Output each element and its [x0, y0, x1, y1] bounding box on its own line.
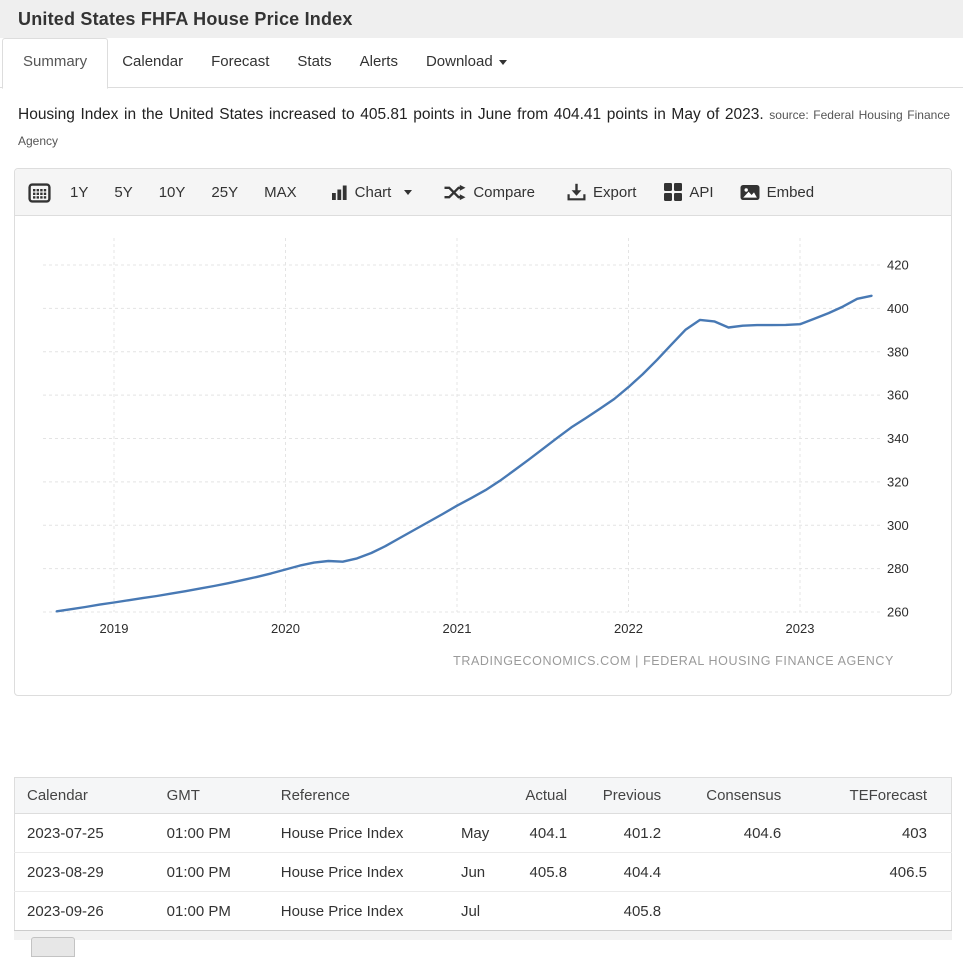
- embed-button[interactable]: Embed: [740, 184, 815, 201]
- chart-type-dropdown[interactable]: Chart: [332, 184, 413, 201]
- range-button-5y[interactable]: 5Y: [114, 184, 132, 201]
- cell-consensus: 404.6: [673, 814, 793, 853]
- tab-alerts[interactable]: Alerts: [346, 38, 412, 88]
- cell-previous: 401.2: [579, 814, 673, 853]
- chart-line: [57, 296, 872, 612]
- api-button[interactable]: API: [664, 183, 713, 201]
- summary-sentence: Housing Index in the United States incre…: [18, 106, 764, 123]
- svg-text:400: 400: [887, 301, 909, 316]
- svg-text:360: 360: [887, 388, 909, 403]
- tab-label: Forecast: [211, 53, 269, 70]
- cell-actual: 405.8: [499, 853, 579, 892]
- col-reference[interactable]: Reference: [269, 778, 449, 814]
- tab-download[interactable]: Download: [412, 38, 521, 88]
- compare-label: Compare: [473, 184, 535, 201]
- cell-period: Jul: [449, 892, 499, 931]
- cell-reference: House Price Index: [269, 853, 449, 892]
- export-label: Export: [593, 184, 636, 201]
- download-icon: [567, 183, 586, 201]
- chart-panel: 1Y 5Y 10Y 25Y MAX Chart Compare Exp: [14, 168, 952, 696]
- cell-calendar: 2023-07-25: [15, 814, 155, 853]
- svg-text:260: 260: [887, 605, 909, 620]
- table-row[interactable]: 2023-08-29 01:00 PM House Price Index Ju…: [15, 853, 952, 892]
- tab-label: Download: [426, 53, 493, 70]
- tab-label: Alerts: [360, 53, 398, 70]
- shuffle-icon: [444, 184, 466, 201]
- cell-gmt: 01:00 PM: [155, 892, 269, 931]
- cell-actual: 404.1: [499, 814, 579, 853]
- tab-label: Stats: [297, 53, 331, 70]
- api-label: API: [689, 184, 713, 201]
- svg-text:2021: 2021: [443, 621, 472, 636]
- cell-gmt: 01:00 PM: [155, 853, 269, 892]
- collapsed-button[interactable]: [31, 937, 75, 957]
- datepicker-button[interactable]: [28, 182, 51, 203]
- table-header: Calendar GMT Reference Actual Previous C…: [15, 778, 952, 814]
- svg-text:340: 340: [887, 431, 909, 446]
- chart-toolbar: 1Y 5Y 10Y 25Y MAX Chart Compare Exp: [15, 169, 951, 216]
- svg-text:320: 320: [887, 474, 909, 489]
- cell-teforecast: 403: [793, 814, 951, 853]
- cell-calendar: 2023-09-26: [15, 892, 155, 931]
- col-period: [449, 778, 499, 814]
- cell-period: Jun: [449, 853, 499, 892]
- export-button[interactable]: Export: [567, 183, 636, 201]
- col-gmt[interactable]: GMT: [155, 778, 269, 814]
- compare-button[interactable]: Compare: [444, 184, 535, 201]
- embed-label: Embed: [767, 184, 815, 201]
- price-chart[interactable]: 420 400 380 360 340 320 300 280 260 2019 2020 2021 2…: [15, 216, 951, 695]
- cell-actual: [499, 892, 579, 931]
- calendar-icon: [28, 182, 51, 203]
- cell-reference: House Price Index: [269, 814, 449, 853]
- cell-previous: 405.8: [579, 892, 673, 931]
- range-button-10y[interactable]: 10Y: [159, 184, 186, 201]
- chart-watermark: TRADINGECONOMICS.COM | FEDERAL HOUSING F…: [453, 654, 894, 668]
- range-button-25y[interactable]: 25Y: [211, 184, 238, 201]
- tab-forecast[interactable]: Forecast: [197, 38, 283, 88]
- tab-label: Summary: [23, 53, 87, 70]
- col-consensus[interactable]: Consensus: [673, 778, 793, 814]
- range-button-1y[interactable]: 1Y: [70, 184, 88, 201]
- table-row[interactable]: 2023-07-25 01:00 PM House Price Index Ma…: [15, 814, 952, 853]
- svg-text:2023: 2023: [786, 621, 815, 636]
- cell-consensus: [673, 892, 793, 931]
- image-icon: [740, 184, 760, 201]
- svg-text:2019: 2019: [100, 621, 129, 636]
- bar-chart-icon: [332, 185, 348, 200]
- grid-icon: [664, 183, 682, 201]
- svg-text:380: 380: [887, 344, 909, 359]
- cell-calendar: 2023-08-29: [15, 853, 155, 892]
- tab-stats[interactable]: Stats: [283, 38, 345, 88]
- svg-text:2020: 2020: [271, 621, 300, 636]
- tab-label: Calendar: [122, 53, 183, 70]
- chevron-down-icon: [499, 60, 507, 65]
- cell-previous: 404.4: [579, 853, 673, 892]
- col-calendar[interactable]: Calendar: [15, 778, 155, 814]
- svg-text:280: 280: [887, 561, 909, 576]
- svg-text:420: 420: [887, 258, 909, 273]
- svg-text:300: 300: [887, 518, 909, 533]
- page-title: United States FHFA House Price Index: [18, 9, 353, 30]
- col-previous[interactable]: Previous: [579, 778, 673, 814]
- tab-calendar[interactable]: Calendar: [108, 38, 197, 88]
- col-teforecast[interactable]: TEForecast: [793, 778, 951, 814]
- chart-dropdown-label: Chart: [355, 184, 392, 201]
- releases-table: Calendar GMT Reference Actual Previous C…: [14, 777, 952, 931]
- cell-teforecast: [793, 892, 951, 931]
- cell-gmt: 01:00 PM: [155, 814, 269, 853]
- cell-teforecast: 406.5: [793, 853, 951, 892]
- next-section-strip: [14, 930, 952, 940]
- chevron-down-icon: [404, 190, 412, 195]
- svg-text:2022: 2022: [614, 621, 643, 636]
- table-row[interactable]: 2023-09-26 01:00 PM House Price Index Ju…: [15, 892, 952, 931]
- range-button-max[interactable]: MAX: [264, 184, 297, 201]
- page-header: United States FHFA House Price Index: [0, 0, 963, 38]
- summary-text: Housing Index in the United States incre…: [18, 102, 950, 154]
- cell-period: May: [449, 814, 499, 853]
- cell-reference: House Price Index: [269, 892, 449, 931]
- col-actual[interactable]: Actual: [499, 778, 579, 814]
- tab-bar: Summary Calendar Forecast Stats Alerts D…: [0, 38, 963, 88]
- cell-consensus: [673, 853, 793, 892]
- tab-summary[interactable]: Summary: [2, 38, 108, 89]
